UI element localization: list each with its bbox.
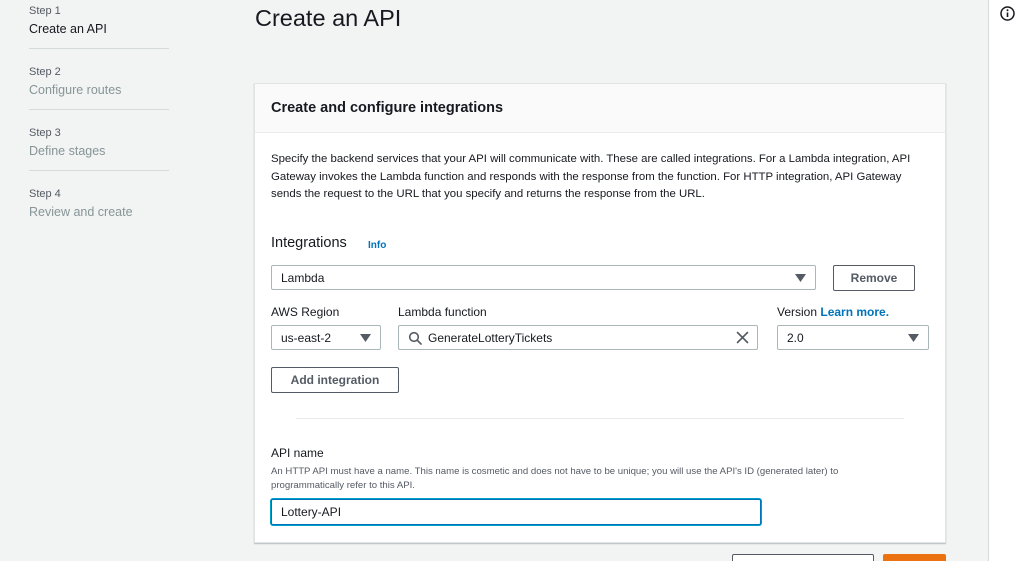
lambda-function-search[interactable]: GenerateLotteryTickets [398,325,758,350]
step-2-name: Configure routes [29,83,122,97]
close-icon[interactable] [736,331,749,344]
step-divider [29,170,169,171]
search-icon [408,331,422,345]
version-select[interactable]: 2.0 [777,325,929,350]
step-4-number: Step 4 [29,188,61,200]
api-name-label: API name [271,446,324,460]
version-label-row: Version Learn more. [777,305,889,319]
step-divider [29,109,169,110]
section-divider [296,418,904,419]
add-integration-button[interactable]: Add integration [271,367,399,393]
page-title: Create an API [255,5,402,31]
help-panel-rail [988,0,1024,561]
region-select[interactable]: us-east-2 [271,325,381,350]
info-link[interactable]: Info [368,240,386,251]
integration-type-select[interactable]: Lambda [271,265,816,290]
caret-down-icon [795,274,806,282]
learn-more-link[interactable]: Learn more. [820,305,889,319]
remove-button[interactable]: Remove [833,265,915,291]
step-2-number: Step 2 [29,66,61,78]
step-divider [29,48,169,49]
api-name-input[interactable] [271,499,761,525]
api-name-hint: An HTTP API must have a name. This name … [271,466,839,491]
cancel-button[interactable] [732,554,874,561]
card-header: Create and configure integrations [255,84,945,133]
caret-down-icon [360,334,371,342]
step-2[interactable]: Step 2 Configure routes [29,65,169,99]
step-4[interactable]: Step 4 Review and create [29,187,169,221]
integrations-label: Integrations [271,235,347,251]
lambda-function-value: GenerateLotteryTickets [428,331,553,345]
version-label: Version [777,305,818,319]
lambda-function-label: Lambda function [398,305,487,319]
step-1-number: Step 1 [29,5,61,17]
card-title: Create and configure integrations [271,100,504,116]
caret-down-icon [908,334,919,342]
next-button[interactable] [883,554,946,561]
step-3-number: Step 3 [29,127,61,139]
step-3[interactable]: Step 3 Define stages [29,126,169,160]
step-3-name: Define stages [29,144,106,158]
region-value: us-east-2 [281,331,332,345]
integration-type-value: Lambda [281,271,325,285]
region-label: AWS Region [271,305,340,319]
step-1-name: Create an API [29,22,107,36]
integrations-description: Specify the backend services that your A… [271,153,911,200]
step-4-name: Review and create [29,205,133,219]
step-1[interactable]: Step 1 Create an API [29,4,169,38]
version-value: 2.0 [787,331,804,345]
info-circle-icon[interactable] [1000,6,1015,21]
integrations-card: Create and configure integrations Specif… [254,83,946,543]
